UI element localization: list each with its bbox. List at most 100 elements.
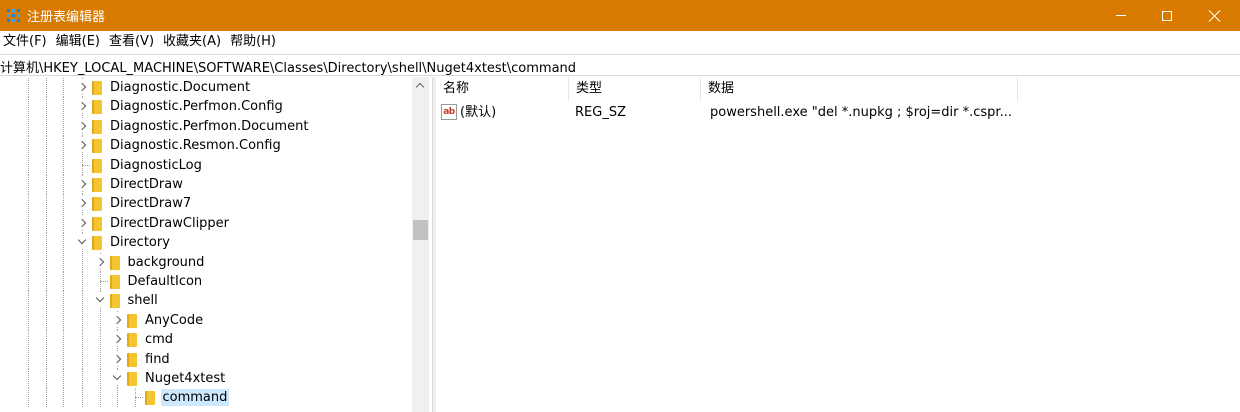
chevron-right-icon[interactable] — [76, 138, 88, 153]
tree-item[interactable]: DirectDrawClipper — [0, 213, 410, 233]
tree-item[interactable]: Diagnostic.Resmon.Config — [0, 136, 410, 156]
tree-guide-line — [46, 155, 47, 175]
menu-help[interactable]: 帮助(H) — [227, 31, 280, 53]
values-list[interactable]: 名称 类型 数据 ab (默认) REG_SZ powershell.exe "… — [436, 77, 1240, 412]
chevron-right-icon[interactable] — [76, 215, 88, 230]
tree-item[interactable]: DirectDraw7 — [0, 194, 410, 214]
tree-item[interactable]: Nuget4xtest — [0, 369, 410, 388]
tree-guide-line — [28, 175, 29, 194]
tree-guide-line — [63, 213, 64, 233]
tree-item-label[interactable]: Diagnostic.Resmon.Config — [108, 137, 283, 154]
tree-item-label[interactable]: Diagnostic.Perfmon.Config — [108, 98, 285, 115]
tree-item-label[interactable]: DiagnosticLog — [108, 157, 204, 174]
minimize-icon — [1116, 15, 1126, 16]
chevron-right-icon[interactable] — [111, 312, 123, 327]
tree-item[interactable]: DefaultIcon — [0, 272, 410, 291]
chevron-down-icon[interactable] — [76, 235, 88, 250]
tree-guide-line — [28, 310, 29, 330]
value-row[interactable]: ab (默认) REG_SZ powershell.exe "del *.nup… — [436, 102, 1240, 122]
chevron-right-icon[interactable] — [76, 177, 88, 191]
chevron-right-icon[interactable] — [111, 351, 123, 366]
chevron-down-icon[interactable] — [93, 293, 106, 308]
address-path[interactable]: 计算机\HKEY_LOCAL_MACHINE\SOFTWARE\Classes\… — [0, 57, 576, 76]
column-header-name[interactable]: 名称 — [436, 77, 569, 101]
chevron-right-icon[interactable] — [76, 99, 88, 114]
folder-icon — [92, 158, 102, 173]
tree-guide-line — [99, 388, 101, 408]
tree-guide-line — [28, 78, 29, 97]
tree-item-label[interactable]: cmd — [143, 331, 175, 348]
tree-guide-line — [117, 388, 118, 408]
column-header-data[interactable]: 数据 — [701, 77, 1018, 101]
maximize-button[interactable] — [1144, 0, 1190, 31]
tree-connector — [134, 397, 143, 399]
tree-item[interactable]: Directory — [0, 233, 410, 253]
address-bar[interactable]: 计算机\HKEY_LOCAL_MACHINE\SOFTWARE\Classes\… — [0, 54, 1240, 76]
value-data: powershell.exe "del *.nupkg ; $roj=dir *… — [710, 105, 1012, 120]
tree-guide-line — [28, 136, 29, 156]
scroll-up-arrow-icon[interactable] — [412, 77, 429, 94]
tree-guide-line — [28, 388, 29, 408]
chevron-right-icon[interactable] — [76, 80, 88, 94]
tree-item-label[interactable]: Diagnostic.Perfmon.Document — [108, 118, 310, 135]
tree-item[interactable]: AnyCode — [0, 310, 410, 330]
folder-icon — [92, 216, 102, 231]
tree-guide-line — [63, 97, 64, 117]
chevron-right-icon[interactable] — [111, 332, 123, 347]
scroll-thumb[interactable] — [413, 220, 428, 240]
menu-favorites[interactable]: 收藏夹(A) — [160, 31, 225, 53]
tree-guide-line — [63, 310, 64, 330]
key-tree[interactable]: Diagnostic.Document Diagnostic.Perfmon.Co… — [0, 77, 432, 412]
tree-item[interactable]: Diagnostic.Perfmon.Document — [0, 116, 410, 136]
tree-item-label[interactable]: DefaultIcon — [126, 273, 205, 290]
tree-item-label[interactable]: Diagnostic.Document — [108, 79, 252, 96]
tree-guide-line — [46, 136, 47, 156]
tree-item[interactable]: Diagnostic.Document — [0, 78, 410, 97]
tree-item-label[interactable]: find — [143, 351, 172, 368]
tree-guide-line — [46, 78, 47, 97]
tree-guide-line — [99, 369, 101, 388]
tree-guide-line — [28, 213, 29, 233]
tree-item[interactable]: shell — [0, 291, 410, 311]
folder-icon — [127, 333, 137, 348]
chevron-right-icon[interactable] — [93, 254, 106, 269]
chevron-down-icon[interactable] — [111, 371, 123, 385]
tree-guide-line — [28, 291, 29, 311]
tree-item-label[interactable]: command — [160, 389, 230, 407]
tree-guide-line — [28, 116, 29, 136]
menu-file[interactable]: 文件(F) — [0, 31, 51, 53]
tree-item[interactable]: background — [0, 252, 410, 272]
tree-item[interactable]: Diagnostic.Perfmon.Config — [0, 97, 410, 117]
string-value-icon: ab — [441, 104, 457, 120]
column-header-type[interactable]: 类型 — [569, 77, 701, 101]
tree-item-label[interactable]: background — [126, 254, 207, 271]
tree-item[interactable]: command — [0, 388, 410, 408]
menu-view[interactable]: 查看(V) — [106, 31, 158, 53]
tree-item[interactable]: find — [0, 349, 410, 369]
folder-icon — [109, 294, 120, 309]
menu-edit[interactable]: 编辑(E) — [53, 31, 104, 53]
tree-item-label[interactable]: DirectDrawClipper — [108, 215, 231, 232]
tree-scrollbar[interactable] — [412, 77, 429, 412]
tree-guide-line — [99, 330, 101, 350]
tree-item-label[interactable]: DirectDraw — [108, 176, 185, 193]
minimize-button[interactable] — [1098, 0, 1144, 31]
tree-item-label[interactable]: Nuget4xtest — [143, 370, 227, 387]
tree-item-label[interactable]: Directory — [108, 234, 172, 251]
close-button[interactable] — [1190, 0, 1240, 31]
maximize-icon — [1162, 10, 1172, 21]
folder-icon — [144, 391, 155, 406]
chevron-right-icon[interactable] — [76, 196, 88, 211]
tree-item-label[interactable]: AnyCode — [143, 312, 205, 329]
tree-item-label[interactable]: shell — [126, 292, 160, 309]
chevron-right-icon[interactable] — [76, 118, 88, 133]
tree-item[interactable]: DirectDraw — [0, 175, 410, 194]
tree-guide-line — [63, 330, 64, 350]
folder-icon — [92, 197, 102, 212]
tree-item[interactable]: cmd — [0, 330, 410, 350]
tree-guide-line — [63, 175, 64, 194]
folder-icon — [92, 100, 102, 115]
tree-guide-line — [46, 233, 47, 253]
tree-item[interactable]: DiagnosticLog — [0, 155, 410, 175]
tree-item-label[interactable]: DirectDraw7 — [108, 195, 193, 212]
